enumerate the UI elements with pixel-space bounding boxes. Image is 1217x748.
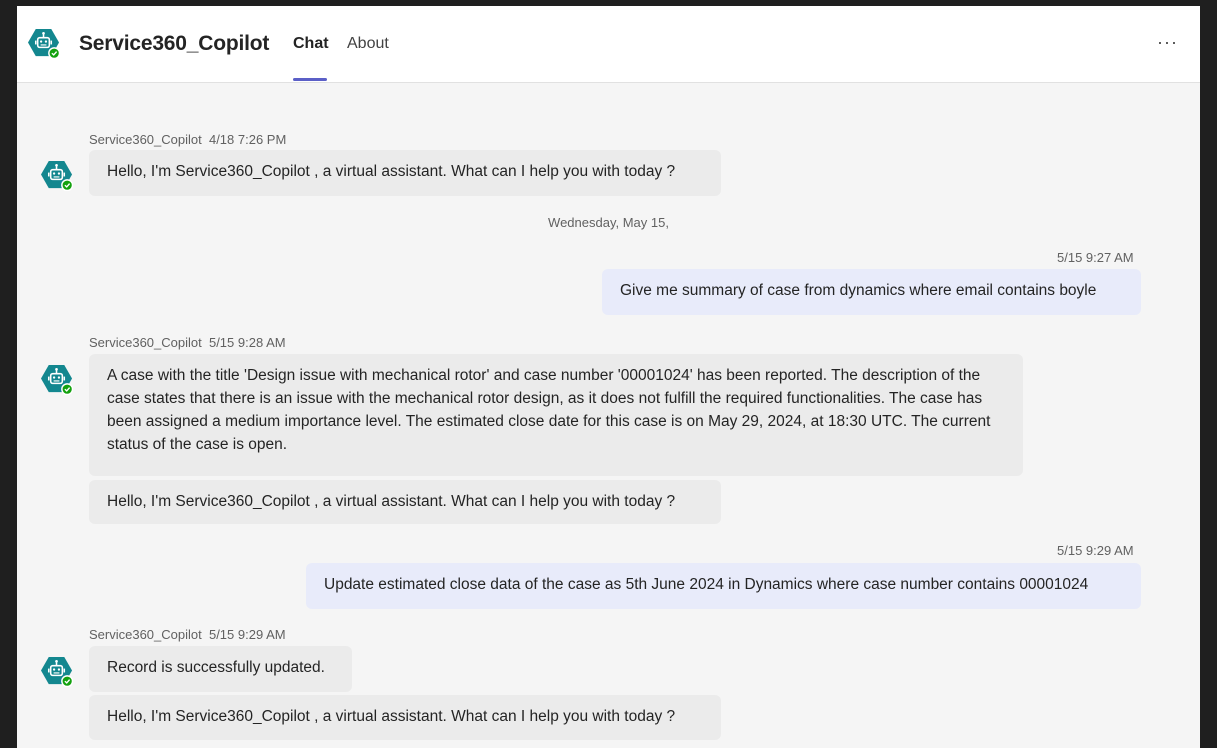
bot-message-bubble: Hello, I'm Service360_Copilot , a virtua…	[89, 150, 721, 196]
sender-name: Service360_Copilot	[89, 627, 202, 642]
message-meta: Service360_Copilot 5/15 9:29 AM	[89, 627, 286, 642]
user-message-bubble: Give me summary of case from dynamics wh…	[602, 269, 1141, 315]
tab-about[interactable]: About	[347, 35, 389, 53]
more-options-icon[interactable]: ···	[1157, 32, 1178, 53]
message-meta: Service360_Copilot 4/18 7:26 PM	[89, 132, 286, 147]
bot-avatar-icon[interactable]	[41, 363, 73, 395]
bot-avatar-icon[interactable]	[41, 655, 73, 687]
message-meta: Service360_Copilot 5/15 9:28 AM	[89, 335, 286, 350]
timestamp: 5/15 9:27 AM	[1057, 250, 1134, 265]
bot-avatar-icon[interactable]	[28, 27, 60, 59]
bot-avatar-icon[interactable]	[41, 159, 73, 191]
tab-chat[interactable]: Chat	[293, 35, 329, 53]
chat-header: Service360_Copilot Chat About ···	[17, 6, 1200, 83]
timestamp: 5/15 9:29 AM	[1057, 543, 1134, 558]
teams-chat-window: Service360_Copilot Chat About ··· Servic…	[17, 6, 1200, 748]
bot-message-bubble: Hello, I'm Service360_Copilot , a virtua…	[89, 480, 721, 524]
sender-name: Service360_Copilot	[89, 132, 202, 147]
bot-message-bubble: Hello, I'm Service360_Copilot , a virtua…	[89, 695, 721, 740]
timestamp: 5/15 9:28 AM	[208, 335, 286, 350]
sender-name: Service360_Copilot	[89, 335, 202, 350]
bot-message-bubble: Record is successfully updated.	[89, 646, 352, 692]
timestamp: 4/18 7:26 PM	[208, 132, 287, 147]
date-divider: Wednesday, May 15,	[548, 215, 669, 230]
user-message-bubble: Update estimated close data of the case …	[306, 563, 1141, 609]
app-title: Service360_Copilot	[79, 32, 270, 55]
timestamp: 5/15 9:29 AM	[208, 627, 286, 642]
active-tab-indicator	[293, 78, 327, 81]
bot-message-bubble: A case with the title 'Design issue with…	[89, 354, 1023, 476]
